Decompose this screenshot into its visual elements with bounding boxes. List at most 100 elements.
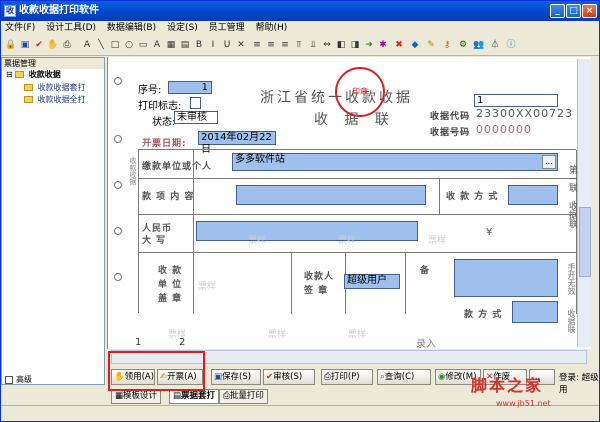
menu-design-tools[interactable]: 设计工具(D) [42, 21, 100, 36]
save-icon[interactable]: ▣ [19, 39, 31, 52]
cross-icon[interactable]: ✖ [393, 39, 405, 52]
pay-method-field[interactable] [508, 185, 558, 205]
collapse-icon[interactable]: ⊟ [6, 70, 13, 79]
users-icon[interactable]: 👥 [473, 39, 485, 52]
pencil-icon[interactable]: ✎ [425, 39, 437, 52]
align-top-icon[interactable]: ⫪ [293, 39, 305, 52]
tab-receipt-overlay[interactable]: ▤票据套打 [169, 389, 220, 404]
highlight-box [108, 351, 205, 391]
back-icon[interactable]: ◨ [349, 39, 361, 52]
align-right-icon[interactable]: ≡ [279, 39, 291, 52]
note-label: 备 [420, 266, 431, 276]
checkbox-box[interactable] [5, 375, 13, 384]
menu-file[interactable]: 文件(F) [1, 21, 39, 36]
receipt-no-label: 收据号码 [430, 128, 471, 138]
tab-template-design[interactable]: ▦模板设计 [111, 389, 162, 404]
issue-date-label: 开票日期: [142, 139, 187, 149]
rmb-label-2: 大 写 [142, 236, 167, 246]
marker-2: 2 [179, 337, 186, 348]
overlay-icon: ▤ [173, 391, 182, 401]
minimize-button[interactable]: _ [550, 4, 565, 18]
top-right-field[interactable]: 1 [474, 94, 558, 107]
image-icon[interactable]: ▦ [165, 39, 177, 52]
design-icon: ▦ [115, 391, 124, 401]
lock-icon[interactable]: 🔒 [5, 39, 17, 52]
amount-words-field[interactable] [196, 221, 418, 241]
delete-icon[interactable]: ✕ [235, 39, 247, 52]
payer-field[interactable]: 多多软件站 … [232, 153, 558, 171]
plugin-icon[interactable]: ⚙ [457, 39, 469, 52]
receiver-label: 收款人 [304, 272, 335, 282]
tab-label: 票据套打 [181, 391, 216, 401]
filter-icon[interactable]: ⏃ [489, 39, 501, 52]
button-label: 查询(C) [384, 372, 415, 382]
tab-batch-print[interactable]: ⎙批量打印 [219, 389, 268, 404]
app-window: 收 收款收据打印软件 _ □ × 文件(F) 设计工具(D) 数据编辑(B) 设… [0, 0, 600, 422]
tool-icon[interactable]: ✱ [377, 39, 389, 52]
font-icon[interactable]: A [151, 39, 163, 52]
query-button[interactable]: ⌕查询(C) [377, 369, 431, 385]
button-label: 打印(P) [330, 372, 360, 382]
scroll-thumb[interactable] [579, 207, 591, 277]
close-button[interactable]: × [582, 4, 597, 18]
folder-icon [24, 96, 33, 103]
distribute-icon[interactable]: ⇔ [321, 39, 333, 52]
receiver-field[interactable]: 超级用户 [344, 274, 400, 289]
lookup-button[interactable]: … [542, 155, 556, 169]
menu-staff[interactable]: 员工管理 [205, 21, 249, 36]
front-icon[interactable]: ◧ [335, 39, 347, 52]
title-bar: 收 收款收据打印软件 _ □ × [1, 1, 599, 21]
audit-button[interactable]: ✔审核(S) [263, 369, 315, 385]
line-icon[interactable]: ╲ [95, 39, 107, 52]
save-icon: ▣ [214, 372, 223, 382]
other-method-field[interactable] [512, 301, 558, 323]
payer-label: 缴款单位或个人 [142, 162, 213, 172]
round-rect-icon[interactable]: ▭ [137, 39, 149, 52]
tree-item-label: 收款收据套打 [37, 83, 86, 92]
print-icon[interactable]: ⎙ [61, 39, 73, 52]
hand-icon[interactable]: ✋ [47, 39, 59, 52]
button-label: 保存(S) [222, 372, 252, 382]
item-field[interactable] [236, 185, 426, 205]
other-method-label: 款 方 式 [464, 310, 503, 320]
key-icon[interactable]: ⚷ [441, 39, 453, 52]
watermark-cell: 票样 [348, 330, 367, 340]
align-center-icon[interactable]: ≡ [265, 39, 277, 52]
tree-item-overlay-print[interactable]: 收款收据全打 [24, 95, 86, 105]
text-icon[interactable]: A [81, 39, 93, 52]
save-button[interactable]: ▣保存(S) [211, 369, 261, 385]
info-icon[interactable]: ⓘ [505, 39, 517, 52]
advanced-checkbox[interactable]: 高级 [5, 374, 32, 385]
ellipse-icon[interactable]: ○ [123, 39, 135, 52]
tab-label: 模板设计 [123, 391, 158, 401]
tab-label: 批量打印 [229, 391, 264, 401]
print-flag-checkbox[interactable] [190, 97, 201, 109]
check-icon[interactable]: ✔ [33, 39, 45, 52]
underline-icon[interactable]: U [221, 39, 233, 52]
serial-field[interactable]: 1 [168, 81, 212, 94]
tree-item-full-print[interactable]: 收款收据套打 [24, 83, 86, 93]
print-button[interactable]: ⎙打印(P) [321, 369, 373, 385]
note-field[interactable] [454, 259, 558, 297]
menu-data-edit[interactable]: 数据编辑(B) [103, 21, 160, 36]
bold-icon[interactable]: B [193, 39, 205, 52]
watermark-cell: 票样 [428, 236, 447, 246]
diamond-icon[interactable]: ◆ [409, 39, 421, 52]
left-margin-text: 收款收据 [129, 157, 137, 185]
table-icon[interactable]: ▤ [179, 39, 191, 52]
issue-date-field[interactable]: 2014年02月22日 [198, 131, 276, 155]
align-left-icon[interactable]: ≡ [251, 39, 263, 52]
maximize-button[interactable]: □ [566, 4, 581, 18]
arrow-icon[interactable]: ➜ [363, 39, 375, 52]
italic-icon[interactable]: I [207, 39, 219, 52]
menu-help[interactable]: 帮助(H) [252, 21, 292, 36]
site-watermark: 脚本之家 [471, 376, 544, 395]
menu-settings[interactable]: 设定(S) [163, 21, 202, 36]
tree-root[interactable]: ⊟ 收款收据 [6, 70, 61, 80]
receipt-no-value: 0000000 [476, 123, 532, 136]
rect-icon[interactable]: □ [109, 39, 121, 52]
receipt-code-value: 23300XX00723 [476, 107, 574, 120]
vertical-scrollbar[interactable] [577, 59, 591, 347]
align-bottom-icon[interactable]: ⫫ [307, 39, 319, 52]
status-field[interactable]: 未审核 [174, 111, 218, 124]
